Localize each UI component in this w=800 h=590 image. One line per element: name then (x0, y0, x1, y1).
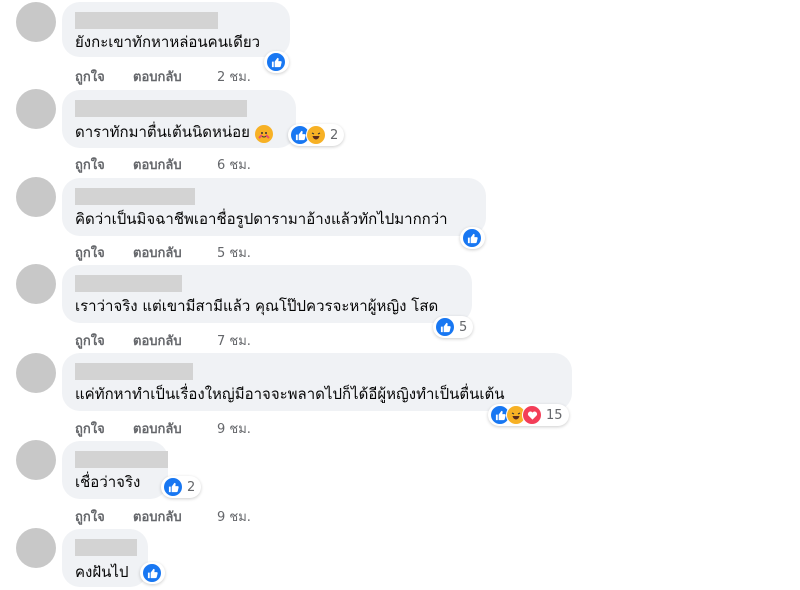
like-icon (435, 317, 455, 337)
comment-text: ยังกะเขาทักหาหล่อนคนเดียว (75, 33, 261, 51)
comment-bubble: คิดว่าเป็นมิจฉาชีพเอาชื่อรูปดารามาอ้างแล… (62, 178, 486, 236)
like-link[interactable]: ถูกใจ (75, 66, 133, 87)
reaction-count: 2 (330, 127, 339, 143)
comment-bubble: ยังกะเขาทักหาหล่อนคนเดียว (62, 2, 290, 57)
avatar[interactable] (16, 440, 56, 480)
love-icon (522, 405, 542, 425)
like-link[interactable]: ถูกใจ (75, 154, 133, 175)
reply-link[interactable]: ตอบกลับ (133, 418, 217, 439)
redacted-name[interactable] (75, 275, 182, 292)
avatar[interactable] (16, 89, 56, 129)
timestamp[interactable]: 9 ชม. (217, 506, 251, 527)
comment-bubble: คงฝันไป (62, 529, 148, 587)
redacted-name[interactable] (75, 363, 193, 380)
comment-actions: ถูกใจ ตอบกลับ 2 ชม. (75, 66, 251, 87)
reply-link[interactable]: ตอบกลับ (133, 506, 217, 527)
like-link[interactable]: ถูกใจ (75, 242, 133, 263)
comment-text: เชื่อว่าจริง (75, 473, 141, 491)
comment-text: ดาราทักมาตื่นเต้นนิดหน่อย (75, 122, 273, 143)
reply-link[interactable]: ตอบกลับ (133, 242, 217, 263)
avatar[interactable] (16, 528, 56, 568)
reaction-count: 2 (187, 479, 196, 495)
reaction-summary[interactable]: 2 (288, 124, 345, 146)
comment-bubble: เชื่อว่าจริง (62, 441, 168, 499)
avatar[interactable] (16, 2, 56, 42)
timestamp[interactable]: 7 ชม. (217, 330, 251, 351)
comment-bubble: แค่ทักหาทำเป็นเรื่องใหญ่มีอาจจะพลาดไปก็ไ… (62, 353, 572, 411)
like-icon (163, 477, 183, 497)
redacted-name[interactable] (75, 451, 168, 468)
like-icon (266, 52, 286, 72)
reaction-count: 5 (459, 319, 468, 335)
comment-actions: ถูกใจ ตอบกลับ 9 ชม. (75, 418, 251, 439)
haha-icon (306, 125, 326, 145)
comment-text: แค่ทักหาทำเป็นเรื่องใหญ่มีอาจจะพลาดไปก็ไ… (75, 385, 505, 403)
avatar[interactable] (16, 177, 56, 217)
timestamp[interactable]: 6 ชม. (217, 154, 251, 175)
redacted-name[interactable] (75, 100, 247, 117)
like-icon (462, 228, 482, 248)
reaction-summary[interactable]: 2 (161, 476, 202, 498)
reply-link[interactable]: ตอบกลับ (133, 330, 217, 351)
redacted-name[interactable] (75, 188, 195, 205)
like-link[interactable]: ถูกใจ (75, 506, 133, 527)
reply-link[interactable]: ตอบกลับ (133, 66, 217, 87)
redacted-name[interactable] (75, 12, 218, 29)
reaction-summary[interactable]: 15 (488, 404, 569, 426)
reply-link[interactable]: ตอบกลับ (133, 154, 217, 175)
care-emoji-icon (254, 125, 273, 143)
comment-actions: ถูกใจ ตอบกลับ 6 ชม. (75, 154, 251, 175)
like-link[interactable]: ถูกใจ (75, 418, 133, 439)
like-icon (142, 563, 162, 583)
comment-text: คิดว่าเป็นมิจฉาชีพเอาชื่อรูปดารามาอ้างแล… (75, 210, 448, 228)
comment-text: คงฝันไป (75, 563, 129, 581)
comment-actions: ถูกใจ ตอบกลับ 7 ชม. (75, 330, 251, 351)
comment-actions: ถูกใจ ตอบกลับ 5 ชม. (75, 242, 251, 263)
reaction-summary[interactable] (460, 227, 485, 249)
reaction-summary[interactable] (140, 562, 165, 584)
timestamp[interactable]: 2 ชม. (217, 66, 251, 87)
timestamp[interactable]: 9 ชม. (217, 418, 251, 439)
comment-bubble: ดาราทักมาตื่นเต้นนิดหน่อย (62, 90, 296, 148)
avatar[interactable] (16, 264, 56, 304)
like-link[interactable]: ถูกใจ (75, 330, 133, 351)
redacted-name[interactable] (75, 539, 137, 556)
comment-text-content: ดาราทักมาตื่นเต้นนิดหน่อย (75, 123, 250, 141)
comment-text: เราว่าจริง แต่เขามีสามีแล้ว คุณโป๊ปควรจะ… (75, 297, 439, 315)
comment-bubble: เราว่าจริง แต่เขามีสามีแล้ว คุณโป๊ปควรจะ… (62, 265, 472, 323)
comment-actions: ถูกใจ ตอบกลับ 9 ชม. (75, 506, 251, 527)
avatar[interactable] (16, 353, 56, 393)
timestamp[interactable]: 5 ชม. (217, 242, 251, 263)
reaction-count: 15 (546, 407, 563, 423)
reaction-summary[interactable] (264, 51, 289, 73)
reaction-summary[interactable]: 5 (433, 316, 474, 338)
